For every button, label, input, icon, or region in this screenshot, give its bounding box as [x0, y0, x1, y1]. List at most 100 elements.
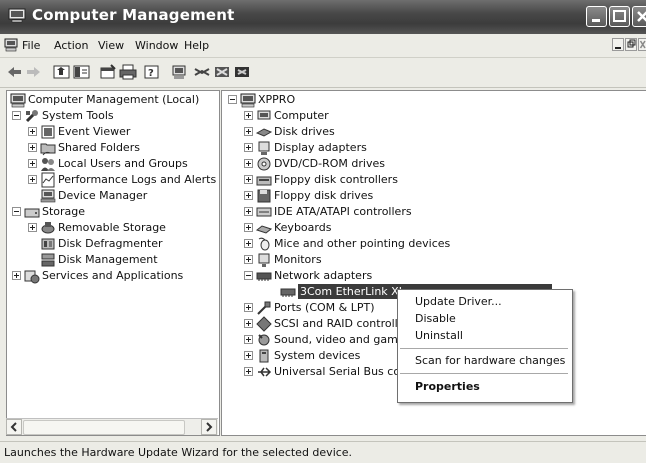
mdi-controls — [612, 38, 646, 55]
mouse-icon — [258, 237, 270, 251]
expand-icon[interactable] — [244, 207, 253, 216]
scrollbar-thumb[interactable] — [23, 420, 185, 435]
expand-icon[interactable] — [244, 351, 253, 360]
print-icon[interactable] — [118, 63, 138, 81]
tree-label: Disk drives — [274, 125, 335, 138]
expand-icon[interactable] — [28, 159, 37, 168]
maximize-button[interactable] — [609, 6, 630, 27]
show-hide-tree-icon[interactable] — [72, 63, 92, 81]
expand-icon[interactable] — [244, 175, 253, 184]
help-icon[interactable]: ? — [142, 63, 162, 81]
title-bar[interactable]: Computer Management — [0, 0, 646, 34]
tree-label: Storage — [42, 205, 86, 218]
ports-icon — [257, 301, 271, 315]
forward-arrow-icon[interactable] — [24, 63, 44, 81]
expand-icon[interactable] — [244, 303, 253, 312]
chevron-left-icon — [10, 422, 17, 432]
update-driver-icon[interactable] — [192, 63, 212, 81]
collapse-icon[interactable] — [12, 207, 21, 216]
expand-icon[interactable] — [244, 223, 253, 232]
menu-window[interactable]: Window — [135, 39, 178, 52]
scsi-controller-icon — [256, 316, 272, 332]
computer-management-window: Computer Management File Action View Win… — [0, 0, 646, 463]
expand-icon[interactable] — [12, 271, 21, 280]
console-icon[interactable] — [4, 38, 18, 52]
collapse-icon[interactable] — [228, 95, 237, 104]
expand-icon[interactable] — [244, 367, 253, 376]
up-one-level-icon[interactable] — [52, 63, 72, 81]
tree-label: Sound, video and game — [274, 333, 405, 346]
properties-icon[interactable] — [98, 63, 118, 81]
uninstall-device-icon[interactable] — [232, 63, 252, 81]
expand-icon[interactable] — [244, 111, 253, 120]
menu-item-disable[interactable]: Disable — [415, 312, 456, 325]
maximize-icon — [613, 10, 626, 22]
services-applications-icon — [24, 270, 40, 284]
tree-label: 3Com EtherLink XL — [300, 285, 405, 298]
event-viewer-icon — [41, 125, 55, 139]
collapse-icon[interactable] — [244, 271, 253, 280]
menu-file[interactable]: File — [22, 39, 40, 52]
mdi-window-icons[interactable] — [612, 38, 646, 52]
back-arrow-icon[interactable] — [4, 63, 24, 81]
disk-management-icon — [41, 253, 55, 267]
tree-label: Mice and other pointing devices — [274, 237, 451, 250]
menu-separator — [400, 348, 568, 349]
expand-icon[interactable] — [244, 319, 253, 328]
menu-action[interactable]: Action — [54, 39, 88, 52]
chevron-right-icon — [206, 422, 213, 432]
expand-icon[interactable] — [28, 223, 37, 232]
scroll-right-button[interactable] — [201, 419, 217, 435]
tree-label: Device Manager — [58, 189, 148, 202]
horizontal-scrollbar[interactable] — [6, 418, 218, 435]
tree-label: Universal Serial Bus cor — [274, 365, 405, 378]
expand-icon[interactable] — [28, 175, 37, 184]
expand-icon[interactable] — [244, 143, 253, 152]
tree-label: Disk Defragmenter — [58, 237, 163, 250]
tree-label: Shared Folders — [58, 141, 140, 154]
collapse-icon[interactable] — [12, 111, 21, 120]
users-icon — [41, 158, 55, 171]
floppy-controller-icon — [256, 176, 272, 186]
tree-label: Local Users and Groups — [58, 157, 188, 170]
close-button[interactable] — [632, 6, 646, 27]
close-icon — [637, 11, 646, 22]
removable-storage-icon — [41, 222, 55, 234]
tree-label: SCSI and RAID controll — [274, 317, 398, 330]
tree-label: System Tools — [42, 109, 114, 122]
tree-label: Keyboards — [274, 221, 332, 234]
menu-view[interactable]: View — [98, 39, 124, 52]
menu-separator — [400, 373, 568, 374]
menu-item-scan-hardware[interactable]: Scan for hardware changes — [415, 354, 565, 367]
expand-icon[interactable] — [244, 255, 253, 264]
sound-icon — [258, 334, 270, 346]
tree-label: DVD/CD-ROM drives — [274, 157, 385, 170]
menu-item-update-driver[interactable]: Update Driver... — [415, 295, 502, 308]
console-tree-pane[interactable]: Computer Management (Local) System Tools… — [6, 90, 220, 436]
disk-defragmenter-icon — [41, 238, 55, 250]
menu-help[interactable]: Help — [184, 39, 209, 52]
menu-item-properties[interactable]: Properties — [415, 380, 480, 393]
tree-label: Computer Management (Local) — [28, 93, 200, 106]
menu-item-uninstall[interactable]: Uninstall — [415, 329, 463, 342]
tree-label: IDE ATA/ATAPI controllers — [274, 205, 412, 218]
tree-label: Ports (COM & LPT) — [274, 301, 375, 314]
minimize-button[interactable] — [586, 6, 607, 27]
expand-icon[interactable] — [244, 127, 253, 136]
expand-icon[interactable] — [244, 335, 253, 344]
status-text: Launches the Hardware Update Wizard for … — [4, 446, 353, 459]
tree-label: Disk Management — [58, 253, 158, 266]
dvd-drive-icon — [257, 157, 271, 171]
expand-icon[interactable] — [244, 159, 253, 168]
system-device-icon — [259, 349, 269, 363]
tree-label: Display adapters — [274, 141, 367, 154]
disable-device-icon[interactable] — [212, 63, 232, 81]
expand-icon[interactable] — [28, 127, 37, 136]
system-tools-icon — [25, 110, 38, 123]
toolbar: ? — [0, 58, 646, 88]
expand-icon[interactable] — [28, 143, 37, 152]
scroll-left-button[interactable] — [6, 419, 22, 435]
scan-hardware-icon[interactable] — [170, 63, 190, 81]
expand-icon[interactable] — [244, 191, 253, 200]
expand-icon[interactable] — [244, 239, 253, 248]
